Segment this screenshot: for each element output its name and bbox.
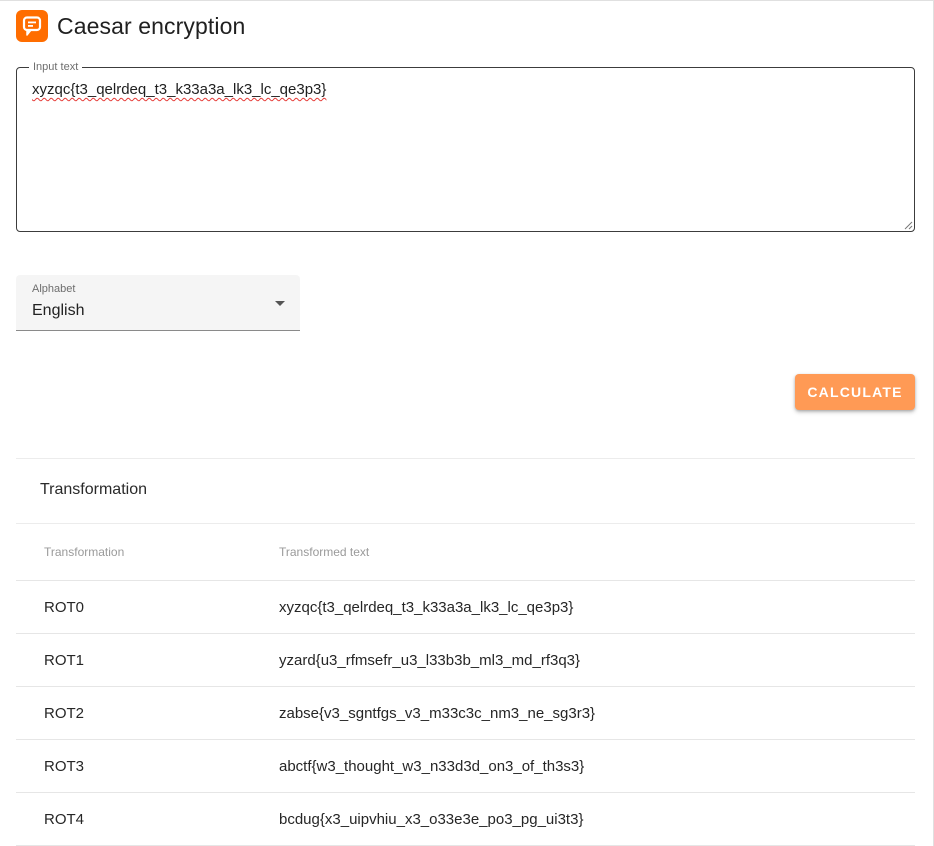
rot-cell: ROT2 xyxy=(44,704,85,722)
transformed-text-cell: zabse{v3_sgntfgs_v3_m33c3c_nm3_ne_sg3r3} xyxy=(279,704,596,722)
table-row[interactable]: ROT2 zabse{v3_sgntfgs_v3_m33c3c_nm3_ne_s… xyxy=(16,687,915,740)
caret-down-icon xyxy=(275,301,285,306)
table-header-row: Transformation Transformed text xyxy=(16,524,915,581)
message-square-icon xyxy=(16,10,48,42)
results-title: Transformation xyxy=(40,481,147,498)
page-title: Caesar encryption xyxy=(57,12,246,39)
rot-cell: ROT0 xyxy=(44,598,85,616)
calculate-button[interactable]: CALCULATE xyxy=(795,374,915,410)
alphabet-value: English xyxy=(32,302,85,319)
alphabet-label: Alphabet xyxy=(32,283,76,295)
table-row[interactable]: ROT0 xyzqc{t3_qelrdeq_t3_k33a3a_lk3_lc_q… xyxy=(16,581,915,634)
transformed-text-cell: yzard{u3_rfmsefr_u3_l33b3b_ml3_md_rf3q3} xyxy=(279,651,581,669)
alphabet-select[interactable]: Alphabet English xyxy=(16,275,300,331)
caesar-page: Caesar encryption Input text xyzqc{t3_qe… xyxy=(0,0,934,846)
input-text-value[interactable]: xyzqc{t3_qelrdeq_t3_k33a3a_lk3_lc_qe3p3} xyxy=(32,81,326,98)
transformed-text-cell: abctf{w3_thought_w3_n33d3d_on3_of_th3s3} xyxy=(279,757,585,775)
table-row[interactable]: ROT3 abctf{w3_thought_w3_n33d3d_on3_of_t… xyxy=(16,740,915,793)
column-header-transformed-text[interactable]: Transformed text xyxy=(279,545,915,559)
table-row[interactable]: ROT4 bcdug{x3_uipvhiu_x3_o33e3e_po3_pg_u… xyxy=(16,793,915,846)
results-card: Transformation Transformation Transforme… xyxy=(16,458,915,846)
rot-cell: ROT1 xyxy=(44,651,85,669)
table-row[interactable]: ROT1 yzard{u3_rfmsefr_u3_l33b3b_ml3_md_r… xyxy=(16,634,915,687)
rot-cell: ROT4 xyxy=(44,810,85,828)
results-table: Transformation Transformed text ROT0 xyz… xyxy=(16,524,915,846)
resize-handle-icon[interactable] xyxy=(903,220,913,230)
input-text-label: Input text xyxy=(29,61,83,73)
page-header: Caesar encryption xyxy=(16,10,245,42)
rot-cell: ROT3 xyxy=(44,757,85,775)
transformed-text-cell: xyzqc{t3_qelrdeq_t3_k33a3a_lk3_lc_qe3p3} xyxy=(279,598,574,616)
transformed-text-cell: bcdug{x3_uipvhiu_x3_o33e3e_po3_pg_ui3t3} xyxy=(279,810,584,828)
column-header-transformation[interactable]: Transformation xyxy=(16,545,279,559)
input-text-field[interactable]: Input text xyzqc{t3_qelrdeq_t3_k33a3a_lk… xyxy=(16,61,915,232)
